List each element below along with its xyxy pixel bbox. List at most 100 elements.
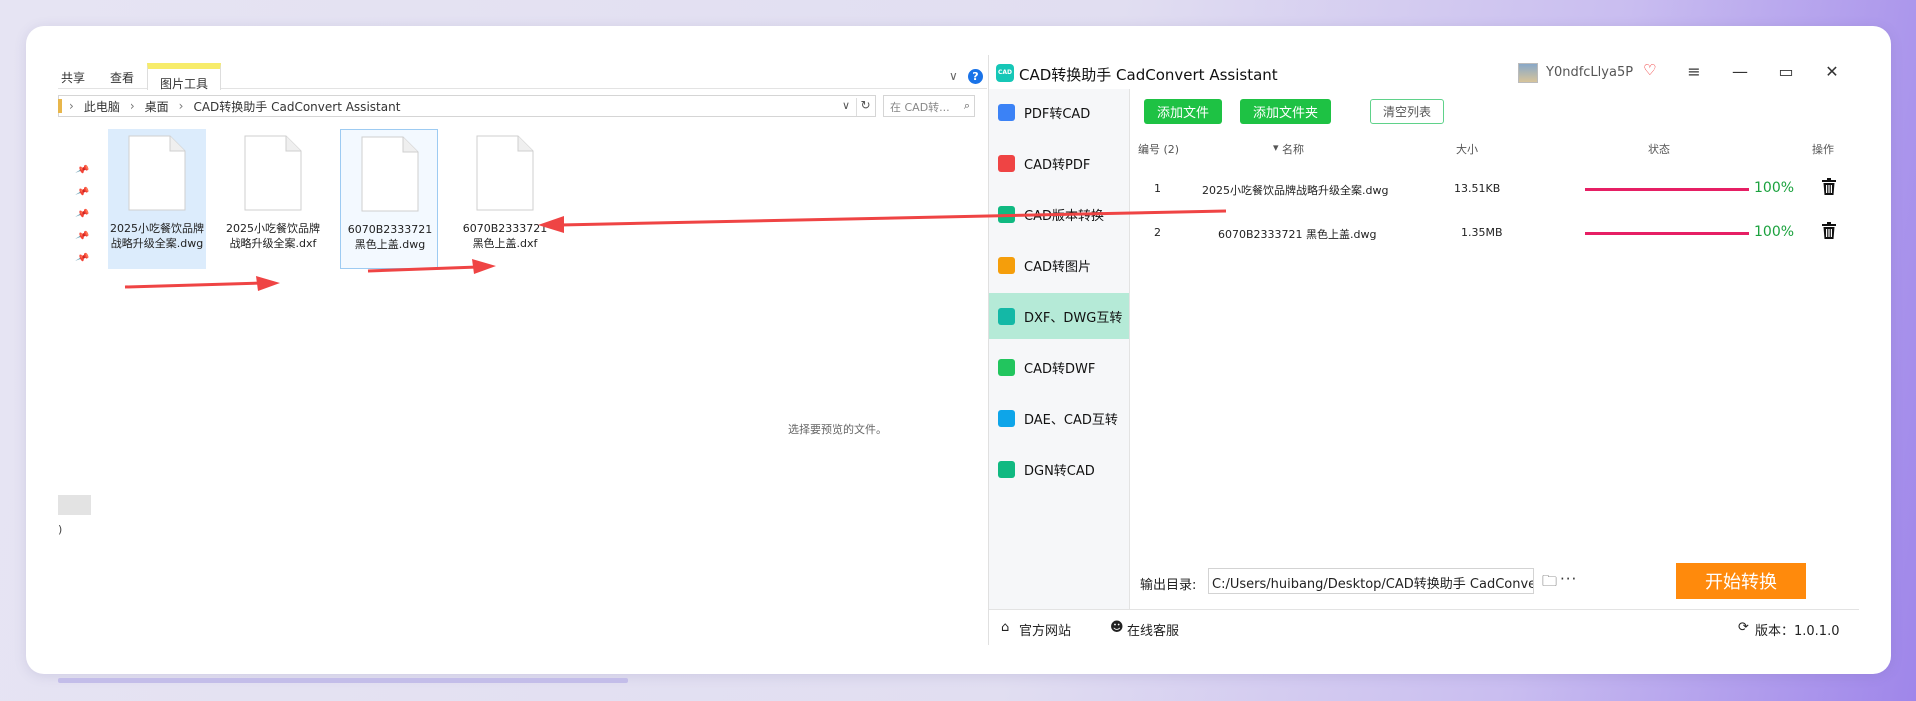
app-title: CAD转换助手 CadConvert Assistant — [1019, 66, 1278, 84]
sidebar-item-cad-to-image[interactable]: CAD转图片 — [989, 242, 1129, 288]
address-bar[interactable]: › 此电脑 › 桌面 › CAD转换助手 CadConvert Assistan… — [58, 95, 876, 117]
sidebar-item-dae-cad[interactable]: DAE、CAD互转 — [989, 395, 1129, 441]
minimize-icon[interactable]: — — [1730, 62, 1750, 81]
close-icon[interactable]: ✕ — [1822, 62, 1842, 81]
col-size[interactable]: 大小 — [1456, 141, 1478, 157]
cad-to-pdf-icon — [998, 154, 1015, 172]
scroll-indicator — [58, 678, 628, 683]
cad-to-image-icon — [998, 256, 1015, 274]
footer: ⌂ 官方网站 ☻ 在线客服 ⟳ 版本：1.0.1.0 — [989, 609, 1859, 645]
preview-pane-text: 选择要预览的文件。 — [788, 423, 887, 436]
avatar[interactable] — [1518, 63, 1538, 83]
cad-to-dwf-icon — [998, 358, 1015, 376]
sidebar-item-cad-to-pdf[interactable]: CAD转PDF — [989, 140, 1129, 186]
sidebar: PDF转CAD CAD转PDF CAD版本转换 CAD转图片 DXF、DWG互转… — [989, 89, 1129, 609]
sidebar-item-dgn-to-cad[interactable]: DGN转CAD — [989, 446, 1129, 492]
table-row[interactable]: 2 6070B2333721 黑色上盖.dwg 1.35MB 100% — [1130, 213, 1860, 253]
col-name[interactable]: 名称 — [1282, 141, 1304, 157]
pin-icon: 📌 — [74, 163, 90, 178]
version-text: 版本：1.0.1.0 — [1755, 624, 1840, 639]
table-row[interactable]: 1 2025小吃餐饮品牌战略升级全案.dwg 13.51KB 100% — [1130, 169, 1860, 209]
breadcrumb-folder[interactable]: CAD转换助手 CadConvert Assistant — [193, 98, 400, 115]
dgn-to-cad-icon — [998, 460, 1015, 478]
update-icon[interactable]: ⟳ — [1738, 620, 1749, 635]
col-action: 操作 — [1812, 143, 1834, 156]
pin-icon: 📌 — [74, 229, 90, 244]
sidebar-item-label: DXF、DWG互转 — [1024, 310, 1123, 326]
file-tile[interactable]: 2025小吃餐饮品牌战略升级全案.dxf — [224, 129, 322, 269]
cad-convert-app: CAD CAD转换助手 CadConvert Assistant Y0ndfcL… — [988, 55, 1860, 645]
pin-icon: 📌 — [74, 185, 90, 200]
file-name: 2025小吃餐饮品牌战略升级全案.dwg — [110, 222, 204, 250]
progress-text: 100% — [1754, 180, 1795, 196]
add-file-button[interactable]: 添加文件 — [1144, 99, 1223, 124]
pin-icon: 📌 — [74, 251, 90, 266]
home-icon[interactable]: ⌂ — [1001, 620, 1009, 635]
breadcrumb-this-pc[interactable]: 此电脑 — [84, 98, 120, 115]
help-icon[interactable]: ? — [968, 69, 983, 84]
row-size: 1.35MB — [1461, 226, 1503, 239]
file-name: 2025小吃餐饮品牌战略升级全案.dxf — [226, 222, 320, 250]
chevron-right-icon: › — [69, 99, 74, 113]
trash-icon[interactable] — [1822, 222, 1836, 239]
add-folder-button[interactable]: 添加文件夹 — [1240, 99, 1332, 124]
table-header: 编号 (2) ▾ 名称 大小 状态 操作 — [1130, 133, 1860, 163]
official-site-link[interactable]: 官方网站 — [1019, 620, 1071, 639]
tab-picture-tools[interactable]: 图片工具 — [147, 63, 222, 91]
sidebar-item-label: DGN转CAD — [1024, 463, 1095, 479]
dxf-dwg-icon — [998, 307, 1015, 325]
row-index: 1 — [1154, 182, 1161, 195]
col-status: 状态 — [1648, 143, 1670, 156]
row-name: 2025小吃餐饮品牌战略升级全案.dwg — [1202, 184, 1389, 197]
folder-icon — [58, 99, 62, 113]
chevron-down-icon[interactable]: ∨ — [842, 99, 850, 112]
start-convert-button[interactable]: 开始转换 — [1676, 563, 1806, 599]
username[interactable]: Y0ndfcLlya5P — [1546, 65, 1633, 80]
progress-text: 100% — [1754, 224, 1795, 240]
sidebar-item-label: CAD转图片 — [1024, 259, 1091, 275]
sidebar-item-pdf-to-cad[interactable]: PDF转CAD — [989, 89, 1129, 135]
maximize-icon[interactable]: ▭ — [1776, 62, 1796, 81]
file-name: 6070B2333721 黑色上盖.dwg — [347, 223, 433, 251]
tab-share[interactable]: 共享 — [61, 69, 85, 86]
vip-heart-icon[interactable]: ♡ — [1643, 61, 1656, 79]
file-icon — [476, 135, 534, 211]
file-explorer: 共享 查看 图片工具 ∨ ? › 此电脑 › 桌面 › CAD转换助手 CadC… — [58, 55, 987, 645]
support-icon[interactable]: ☻ — [1110, 620, 1124, 635]
file-icon — [128, 135, 186, 211]
file-tile[interactable]: 2025小吃餐饮品牌战略升级全案.dwg — [108, 129, 206, 269]
trash-icon[interactable] — [1822, 178, 1836, 195]
file-tile[interactable]: 6070B2333721 黑色上盖.dwg — [340, 129, 438, 269]
pdf-to-cad-icon — [998, 103, 1015, 121]
tab-view[interactable]: 查看 — [110, 69, 134, 86]
sidebar-item-dxf-dwg[interactable]: DXF、DWG互转 — [989, 293, 1129, 339]
output-dir-input[interactable]: C:/Users/huibang/Desktop/CAD转换助手 CadConv… — [1208, 568, 1534, 594]
sort-icon[interactable]: ▾ — [1273, 141, 1279, 154]
search-placeholder: 在 CAD转... — [890, 101, 950, 114]
app-logo: CAD — [996, 64, 1014, 82]
chevron-right-icon: › — [178, 99, 184, 113]
chevron-down-icon[interactable]: ∨ — [949, 69, 958, 83]
nav-pane-item[interactable] — [58, 495, 91, 515]
output-dir-label: 输出目录: — [1140, 578, 1197, 593]
support-link[interactable]: 在线客服 — [1127, 620, 1179, 639]
breadcrumb-desktop[interactable]: 桌面 — [145, 98, 169, 115]
sidebar-item-label: DAE、CAD互转 — [1024, 412, 1118, 428]
progress-bar — [1585, 232, 1749, 235]
progress-bar — [1585, 188, 1749, 191]
search-input[interactable]: 在 CAD转... ⌕ — [883, 95, 975, 117]
clear-list-button[interactable]: 清空列表 — [1370, 99, 1445, 124]
sidebar-item-cad-version[interactable]: CAD版本转换 — [989, 191, 1129, 237]
row-name: 6070B2333721 黑色上盖.dwg — [1218, 228, 1377, 241]
file-tile[interactable]: 6070B2333721 黑色上盖.dxf — [456, 129, 554, 269]
folder-open-icon[interactable]: 🗀 — [1542, 571, 1557, 596]
row-size: 13.51KB — [1454, 182, 1501, 195]
menu-icon[interactable]: ≡ — [1684, 62, 1704, 81]
ribbon: 共享 查看 图片工具 ∨ ? — [58, 55, 987, 91]
sidebar-item-cad-to-dwf[interactable]: CAD转DWF — [989, 344, 1129, 390]
search-icon: ⌕ — [963, 99, 970, 112]
more-options-icon[interactable]: ··· — [1560, 570, 1577, 588]
refresh-icon[interactable]: ↻ — [856, 98, 874, 116]
chevron-right-icon: › — [129, 99, 135, 113]
col-index[interactable]: 编号 (2) — [1138, 141, 1179, 157]
